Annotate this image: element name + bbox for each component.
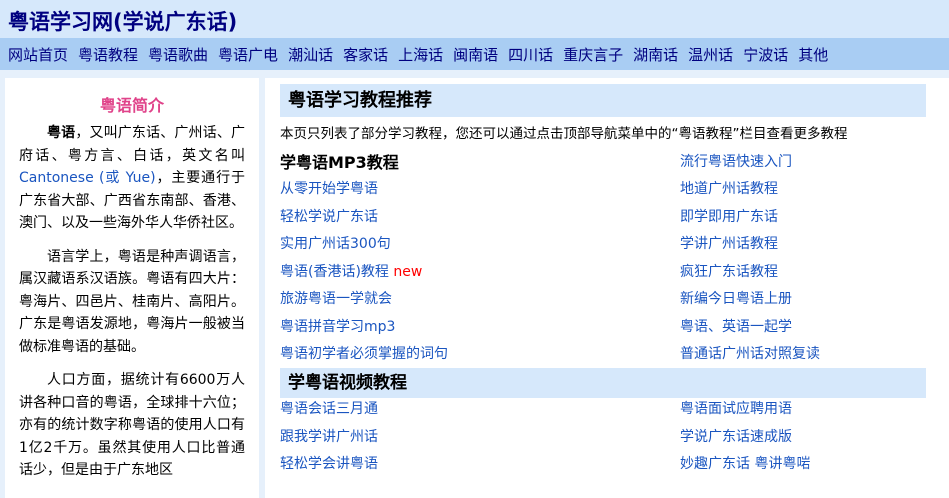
link-mp3-left-5[interactable]: 旅游粤语一学就会 <box>280 288 392 308</box>
link-mp3-left-1[interactable]: 从零开始学粤语 <box>280 178 378 198</box>
nav-item-shanghainese[interactable]: 上海话 <box>398 44 443 65</box>
link-video-right-2[interactable]: 学说广东话速成版 <box>680 426 792 446</box>
new-badge: new <box>393 264 423 280</box>
nav-item-sichuan[interactable]: 四川话 <box>508 44 553 65</box>
nav-item-minnan[interactable]: 闽南语 <box>453 44 498 65</box>
intro-term: 粤语 <box>47 125 76 141</box>
link-mp3-left-4[interactable]: 粤语(香港话)教程 new <box>280 261 422 281</box>
nav-item-chaoshan[interactable]: 潮汕话 <box>288 44 333 65</box>
nav-item-other[interactable]: 其他 <box>798 44 828 65</box>
site-title[interactable]: 粤语学习网(学说广东话) <box>8 6 237 36</box>
link-mp3-right-1[interactable]: 流行粤语快速入门 <box>680 151 792 171</box>
nav-item-cantonese-songs[interactable]: 粤语歌曲 <box>148 44 208 65</box>
nav-item-ningbo[interactable]: 宁波话 <box>743 44 788 65</box>
section-video-title: 学粤语视频教程 <box>280 368 926 398</box>
link-mp3-right-6[interactable]: 新编今日粤语上册 <box>680 288 792 308</box>
link-mp3-right-7[interactable]: 粤语、英语一起学 <box>680 316 792 336</box>
link-mp3-left-2[interactable]: 轻松学说广东话 <box>280 206 378 226</box>
link-mp3-left-6[interactable]: 粤语拼音学习mp3 <box>280 316 395 336</box>
link-mp3-right-3[interactable]: 即学即用广东话 <box>680 206 778 226</box>
intro-paragraph-3: 人口方面，据统计有6600万人讲各种口音的粤语，全球排十六位；亦有的统计数字称粤… <box>19 372 245 478</box>
site-header: 粤语学习网(学说广东话) <box>0 0 949 40</box>
intro-paragraph-2: 语言学上，粤语是种声调语言，属汉藏语系汉语族。粤语有四大片：粤海片、四邑片、桂南… <box>19 248 245 355</box>
mp3-section-title: 学粤语MP3教程 <box>280 153 399 172</box>
main-content: 粤语学习教程推荐 本页只列表了部分学习教程，您还可以通过点击顶部导航菜单中的“粤… <box>265 78 949 498</box>
link-video-left-3[interactable]: 轻松学会讲粤语 <box>280 453 378 473</box>
link-mp3-right-2[interactable]: 地道广州话教程 <box>680 178 778 198</box>
nav-item-cantonese-broadcast[interactable]: 粤语广电 <box>218 44 278 65</box>
main-nav: 网站首页 粤语教程 粤语歌曲 粤语广电 潮汕话 客家话 上海话 闽南语 四川话 … <box>0 38 949 70</box>
nav-item-hunan[interactable]: 湖南话 <box>633 44 678 65</box>
nav-item-cantonese-tutorial[interactable]: 粤语教程 <box>78 44 138 65</box>
section-note: 本页只列表了部分学习教程，您还可以通过点击顶部导航菜单中的“粤语教程”栏目查看更… <box>280 126 848 142</box>
link-mp3-left-7[interactable]: 粤语初学者必须掌握的词句 <box>280 343 448 363</box>
nav-item-chongqing[interactable]: 重庆言子 <box>563 44 623 65</box>
link-mp3-left-4-text: 粤语(香港话)教程 <box>280 264 389 280</box>
link-video-right-1[interactable]: 粤语面试应聘用语 <box>680 398 792 418</box>
nav-item-home[interactable]: 网站首页 <box>8 44 68 65</box>
link-video-left-1[interactable]: 粤语会话三月通 <box>280 398 378 418</box>
link-mp3-left-3[interactable]: 实用广州话300句 <box>280 233 391 253</box>
link-mp3-right-8[interactable]: 普通话广州话对照复读 <box>680 343 820 363</box>
section-recommend-title: 粤语学习教程推荐 <box>280 84 926 117</box>
nav-item-hakka[interactable]: 客家话 <box>343 44 388 65</box>
sidebar-intro: 粤语简介 粤语，又叫广东话、广州话、广府话、粤方言、白话，英文名叫Cantone… <box>5 78 259 498</box>
link-video-right-3[interactable]: 妙趣广东话 粤讲粤啱 <box>680 453 810 473</box>
intro-paragraph-1: 粤语，又叫广东话、广州话、广府话、粤方言、白话，英文名叫Cantonese (或… <box>19 122 245 235</box>
link-video-left-2[interactable]: 跟我学讲广州话 <box>280 426 378 446</box>
sidebar-title: 粤语简介 <box>99 96 164 115</box>
nav-item-wenzhou[interactable]: 温州话 <box>688 44 733 65</box>
intro-english-name: Cantonese (或 Yue) <box>19 170 156 186</box>
link-mp3-right-4[interactable]: 学讲广州话教程 <box>680 233 778 253</box>
link-mp3-right-5[interactable]: 疯狂广东话教程 <box>680 261 778 281</box>
